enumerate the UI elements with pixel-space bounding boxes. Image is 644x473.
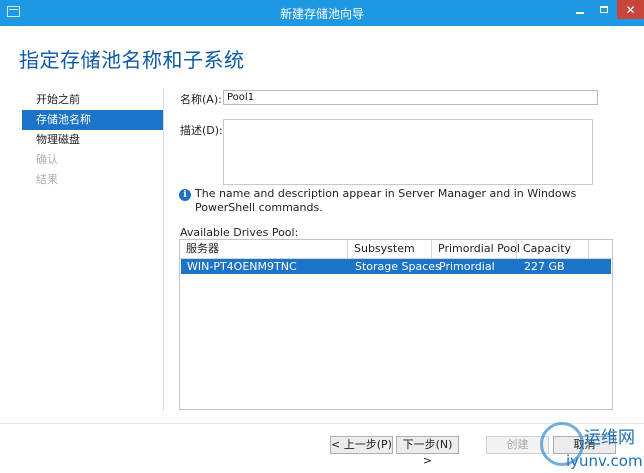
footer-divider (0, 423, 644, 424)
page-title: 指定存储池名称和子系统 (19, 48, 245, 72)
cell-capacity: 227 GB (524, 260, 565, 273)
cell-primordial-pool: Primordial (439, 260, 495, 273)
nav-item-before-you-begin[interactable]: 开始之前 (22, 90, 163, 110)
description-input[interactable] (223, 119, 593, 185)
name-input[interactable]: Pool1 (223, 90, 598, 105)
column-header-capacity[interactable]: Capacity (517, 240, 589, 258)
drives-pool-table[interactable]: 服务器 Subsystem Primordial Pool Capacity W… (179, 239, 613, 410)
column-header-server[interactable]: 服务器 (180, 240, 348, 258)
table-row[interactable]: WIN-PT4OENM9TNC Storage Spaces Primordia… (181, 259, 611, 274)
cell-server: WIN-PT4OENM9TNC (187, 260, 297, 273)
wizard-steps-nav: 开始之前 存储池名称 物理磁盘 确认 结果 (22, 90, 163, 190)
column-header-subsystem[interactable]: Subsystem (348, 240, 432, 258)
watermark-url: iyunv.com (566, 452, 643, 470)
close-icon: ✕ (625, 2, 636, 17)
cell-subsystem: Storage Spaces (355, 260, 441, 273)
name-label: 名称(A): (180, 93, 222, 106)
table-header: 服务器 Subsystem Primordial Pool Capacity (180, 240, 612, 259)
available-drives-label: Available Drives Pool: (180, 226, 299, 239)
info-icon: i (179, 189, 191, 201)
title-bar[interactable]: 新建存储池向导 ✕ (0, 0, 644, 26)
info-text: The name and description appear in Serve… (195, 187, 577, 214)
maximize-button[interactable] (592, 0, 616, 19)
next-button[interactable]: 下一步(N) > (396, 436, 459, 467)
maximize-icon (600, 6, 608, 13)
close-button[interactable]: ✕ (617, 0, 644, 19)
nav-item-pool-name[interactable]: 存储池名称 (22, 110, 163, 130)
create-button: 创建 (486, 436, 549, 454)
minimize-button[interactable] (568, 0, 592, 19)
nav-divider (163, 88, 164, 411)
cancel-button[interactable]: 取消 (553, 436, 616, 454)
window-title: 新建存储池向导 (279, 7, 364, 21)
previous-button[interactable]: < 上一步(P) (330, 436, 393, 454)
minimize-icon (576, 11, 584, 14)
nav-item-confirmation: 确认 (36, 153, 58, 166)
nav-item-results: 结果 (36, 173, 58, 186)
nav-item-physical-disks[interactable]: 物理磁盘 (22, 130, 163, 150)
description-label: 描述(D): (180, 124, 223, 137)
column-header-primordial-pool[interactable]: Primordial Pool (432, 240, 520, 258)
